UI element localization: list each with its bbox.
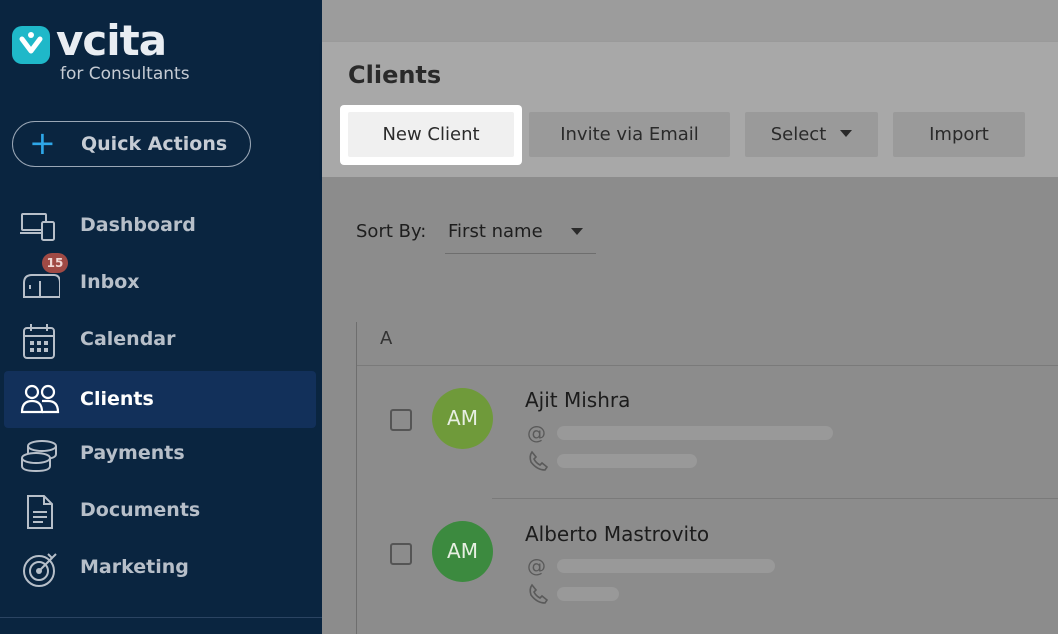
quick-actions-label: Quick Actions (81, 133, 228, 155)
row-checkbox[interactable] (390, 409, 412, 431)
client-phone-blurred (557, 454, 697, 468)
vcita-logo-mark-icon (12, 26, 50, 64)
client-email-blurred (557, 559, 775, 573)
plus-icon: + (29, 124, 56, 162)
client-row[interactable]: AM Alberto Mastrovito @ (357, 499, 1058, 632)
phone-icon (527, 450, 549, 472)
top-bar (322, 0, 1058, 42)
monitor-icon (20, 210, 60, 242)
caret-down-icon (840, 129, 853, 137)
page-title: Clients (348, 61, 442, 89)
coins-icon (20, 438, 60, 473)
email-icon: @ (527, 422, 546, 444)
sidebar-item-label: Calendar (80, 328, 176, 350)
invite-via-email-button[interactable]: Invite via Email (529, 112, 730, 157)
quick-actions-button[interactable]: + Quick Actions (12, 121, 251, 167)
sidebar-item-label: Dashboard (80, 214, 196, 236)
client-name[interactable]: Ajit Mishra (525, 388, 630, 412)
import-button[interactable]: Import (893, 112, 1025, 157)
sidebar-item-label: Inbox (80, 271, 140, 293)
document-icon (20, 495, 60, 529)
sidebar-item-marketing[interactable]: Marketing (4, 539, 316, 596)
select-dropdown-button[interactable]: Select (745, 112, 878, 157)
sort-by-select[interactable]: First name (445, 214, 596, 254)
sidebar-item-payments[interactable]: Payments (4, 425, 316, 482)
brand-name: vcita (56, 16, 167, 65)
sidebar-item-calendar[interactable]: Calendar (4, 311, 316, 368)
sidebar-item-label: Payments (80, 442, 185, 464)
sidebar-item-label: Marketing (80, 556, 189, 578)
client-phone-blurred (557, 587, 619, 601)
brand-subtitle: for Consultants (60, 64, 190, 84)
client-email-blurred (557, 426, 833, 440)
sidebar-item-documents[interactable]: Documents (4, 482, 316, 539)
avatar: AM (432, 388, 493, 449)
group-header: A (380, 328, 393, 349)
caret-down-icon (571, 228, 583, 235)
calendar-icon (20, 324, 60, 359)
new-client-button[interactable]: New Client (348, 112, 514, 157)
sidebar-item-clients[interactable]: Clients (4, 371, 316, 428)
vcita-logo[interactable]: vcita for Consultants (12, 16, 242, 88)
sort-by-value: First name (448, 221, 543, 242)
avatar: AM (432, 521, 493, 582)
inbox-count-badge: 15 (42, 253, 68, 273)
client-name[interactable]: Alberto Mastrovito (525, 522, 709, 546)
row-checkbox[interactable] (390, 543, 412, 565)
sidebar-divider (0, 617, 322, 618)
users-icon (20, 384, 60, 416)
sidebar-item-label: Clients (80, 388, 154, 410)
email-icon: @ (527, 555, 546, 577)
sidebar-item-label: Documents (80, 499, 201, 521)
client-row[interactable]: AM Ajit Mishra @ (357, 366, 1058, 499)
select-label: Select (770, 124, 827, 145)
phone-icon (527, 583, 549, 605)
sort-by-label: Sort By: (356, 221, 427, 242)
target-icon (20, 552, 60, 587)
sidebar: vcita for Consultants + Quick Actions Da… (0, 0, 322, 634)
sidebar-item-inbox[interactable]: 15 Inbox (4, 253, 316, 311)
sidebar-item-dashboard[interactable]: Dashboard (4, 197, 316, 254)
